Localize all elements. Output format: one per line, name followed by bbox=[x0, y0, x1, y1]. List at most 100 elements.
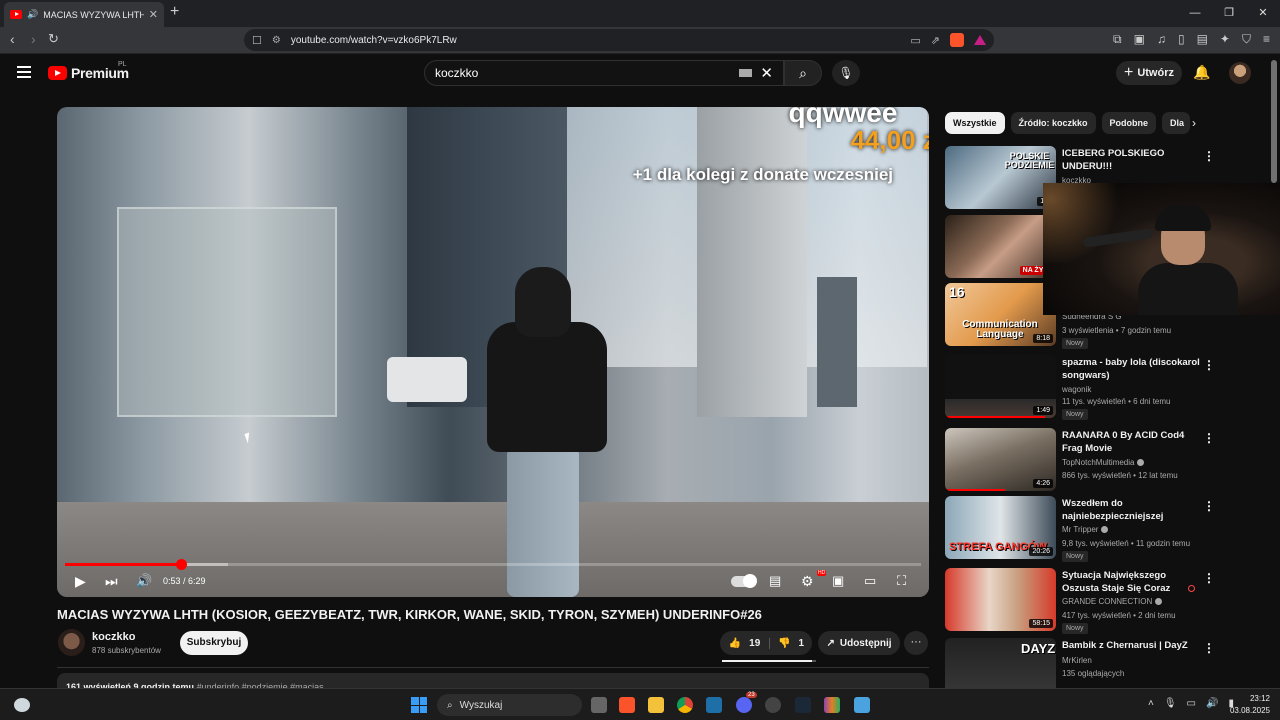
next-video-icon[interactable]: ⏭ bbox=[105, 573, 118, 590]
keyboard-icon[interactable] bbox=[739, 69, 753, 77]
video-title[interactable]: Bambik z Chernarusi | DayZ bbox=[1062, 639, 1202, 652]
more-actions-button[interactable]: ··· bbox=[904, 631, 928, 655]
video-thumbnail[interactable]: POLSKIE PODZIEMIE 14: bbox=[945, 146, 1056, 209]
video-thumbnail[interactable]: STREFA GANGÓW 20:26 bbox=[945, 496, 1056, 559]
app-icon[interactable] bbox=[706, 697, 722, 713]
more-vert-icon[interactable]: ⋮ bbox=[1203, 571, 1215, 585]
share-button[interactable]: ↗ Udostępnij bbox=[818, 631, 900, 655]
chrome-icon[interactable] bbox=[677, 697, 693, 713]
video-thumbnail[interactable]: 4:26 bbox=[945, 428, 1056, 491]
cast-icon[interactable]: ▭ bbox=[910, 34, 920, 47]
video-title[interactable]: spazma - baby lola (discokarol songwars) bbox=[1062, 356, 1202, 382]
network-icon[interactable]: ▭ bbox=[1187, 698, 1196, 709]
channel-name-row[interactable]: Mr Tripper bbox=[1062, 525, 1109, 534]
menu-icon[interactable]: ≡ bbox=[1263, 32, 1270, 47]
list-item[interactable]: 4:26 RAANARA 0 By ACID Cod4 Frag Movie T… bbox=[945, 428, 1265, 492]
forward-icon[interactable]: › bbox=[31, 31, 36, 47]
new-tab-button[interactable]: + bbox=[170, 3, 179, 21]
video-player[interactable]: qqwwee 44,00 zł +1 dla kolegi z donate w… bbox=[57, 107, 929, 597]
more-vert-icon[interactable]: ⋮ bbox=[1203, 431, 1215, 445]
volume-icon[interactable]: 🔊 bbox=[136, 573, 152, 589]
chip-all[interactable]: Wszystkie bbox=[945, 112, 1005, 134]
task-view-icon[interactable] bbox=[591, 697, 607, 713]
chip-source[interactable]: Źródło: koczkko bbox=[1010, 112, 1096, 134]
channel-name[interactable]: Mr Tripper bbox=[1062, 525, 1098, 534]
settings-gear-icon[interactable]: ⚙ bbox=[801, 573, 814, 590]
dislike-button[interactable]: 👎 1 bbox=[770, 638, 812, 649]
video-title[interactable]: Sytuacja Największego Oszusta Staje Się … bbox=[1062, 569, 1202, 595]
video-thumbnail[interactable]: DAYZ bbox=[945, 638, 1056, 688]
list-item[interactable]: 1:49 spazma - baby lola (discokarol song… bbox=[945, 355, 1265, 420]
voice-search-icon[interactable]: 🎙 bbox=[832, 60, 860, 86]
create-button[interactable]: + Utwórz bbox=[1116, 61, 1182, 85]
app-icon[interactable] bbox=[765, 697, 781, 713]
chip-for-you[interactable]: Dla bbox=[1162, 112, 1191, 134]
video-thumbnail[interactable]: 16 Communication Language 8:18 bbox=[945, 283, 1056, 346]
windows-start-icon[interactable] bbox=[411, 697, 427, 713]
share-page-icon[interactable]: ⇗ bbox=[931, 34, 940, 47]
account-avatar[interactable] bbox=[1229, 62, 1251, 84]
channel-name[interactable]: wagonik bbox=[1062, 385, 1091, 394]
address-bar[interactable]: ☐ ⚙ youtube.com/watch?v=vzko6Pk7LRw ▭ ⇗ bbox=[244, 29, 994, 51]
search-button[interactable]: ⌕ bbox=[784, 60, 822, 86]
video-title[interactable]: Wszedłem do najniebezpieczniejszej dziel… bbox=[1062, 497, 1202, 523]
channel-name-row[interactable]: GRANDE CONNECTION bbox=[1062, 597, 1163, 606]
subtitles-icon[interactable]: ▤ bbox=[769, 573, 781, 589]
channel-name[interactable]: koczkko bbox=[92, 631, 135, 643]
close-window-button[interactable]: ✕ bbox=[1246, 0, 1280, 27]
search-box[interactable]: koczkko ✕ bbox=[424, 60, 784, 86]
hamburger-menu-icon[interactable] bbox=[17, 66, 31, 78]
extensions-icon[interactable]: ⧉ bbox=[1113, 32, 1122, 47]
channel-name-row[interactable]: TopNotchMultimedia bbox=[1062, 458, 1145, 467]
browser-tab-active[interactable]: 🔊 MACIAS WYZYWA LHTH (KOS ✕ bbox=[4, 2, 164, 27]
chevron-right-icon[interactable]: › bbox=[1192, 116, 1196, 130]
microphone-icon[interactable]: 🎙 bbox=[1164, 698, 1177, 709]
video-title[interactable]: RAANARA 0 By ACID Cod4 Frag Movie bbox=[1062, 429, 1202, 455]
vpn-icon[interactable]: ⛉ bbox=[1242, 32, 1251, 47]
notepad-icon[interactable] bbox=[854, 697, 870, 713]
clock[interactable]: 23:12 03.08.2025 bbox=[1230, 693, 1270, 717]
list-item[interactable]: 58:15 Sytuacja Największego Oszusta Staj… bbox=[945, 568, 1265, 634]
more-vert-icon[interactable]: ⋮ bbox=[1203, 358, 1215, 372]
sidebar-icon[interactable]: ▯ bbox=[1178, 32, 1185, 47]
like-button[interactable]: 👍 19 bbox=[720, 637, 770, 649]
more-vert-icon[interactable]: ⋮ bbox=[1203, 499, 1215, 513]
brave-browser-icon[interactable] bbox=[619, 697, 635, 713]
more-vert-icon[interactable]: ⋮ bbox=[1203, 641, 1215, 655]
list-item[interactable]: STREFA GANGÓW 20:26 Wszedłem do najniebe… bbox=[945, 496, 1265, 562]
reload-icon[interactable]: ↻ bbox=[48, 31, 59, 47]
youtube-premium-logo[interactable]: Premium PL bbox=[48, 61, 129, 81]
fullscreen-icon[interactable]: ⛶ bbox=[897, 573, 906, 589]
minimize-button[interactable]: — bbox=[1178, 0, 1212, 27]
brave-shields-icon[interactable] bbox=[950, 33, 964, 47]
taskbar-search[interactable]: ⌕ Wyszukaj bbox=[437, 694, 582, 716]
video-title[interactable]: ICEBERG POLSKIEGO UNDERU!!! bbox=[1062, 147, 1202, 173]
file-explorer-icon[interactable] bbox=[648, 697, 664, 713]
brave-rewards-icon[interactable] bbox=[974, 35, 986, 45]
search-input[interactable]: koczkko bbox=[435, 66, 739, 80]
miniplayer-icon[interactable]: ▣ bbox=[832, 573, 844, 589]
channel-name[interactable]: TopNotchMultimedia bbox=[1062, 458, 1134, 467]
screenshot-icon[interactable]: ▣ bbox=[1134, 32, 1145, 47]
bookmark-icon[interactable]: ☐ bbox=[252, 34, 262, 47]
url-text[interactable]: youtube.com/watch?v=vzko6Pk7LRw bbox=[291, 35, 901, 46]
play-icon[interactable]: ▶ bbox=[75, 573, 86, 590]
back-icon[interactable]: ‹ bbox=[10, 31, 15, 47]
weather-icon[interactable] bbox=[14, 698, 30, 712]
leo-ai-icon[interactable]: ✦ bbox=[1220, 32, 1230, 47]
video-thumbnail[interactable]: 58:15 bbox=[945, 568, 1056, 631]
list-item[interactable]: DAYZ Bambik z Chernarusi | DayZ MrKirlen… bbox=[945, 638, 1265, 688]
channel-name[interactable]: GRANDE CONNECTION bbox=[1062, 597, 1152, 606]
speaker-icon[interactable]: 🔊 bbox=[1206, 698, 1218, 709]
page-scrollbar[interactable] bbox=[1271, 60, 1277, 183]
steam-icon[interactable] bbox=[795, 697, 811, 713]
clear-search-icon[interactable]: ✕ bbox=[760, 64, 773, 82]
chevron-up-icon[interactable]: ˄ bbox=[1148, 698, 1154, 709]
discord-icon[interactable] bbox=[736, 697, 752, 713]
maximize-button[interactable]: ❐ bbox=[1212, 0, 1246, 27]
audio-playing-icon[interactable]: 🔊 bbox=[27, 9, 38, 20]
video-thumbnail[interactable]: 1:49 bbox=[945, 355, 1056, 418]
notifications-bell-icon[interactable]: 🔔 bbox=[1193, 64, 1210, 81]
more-vert-icon[interactable]: ⋮ bbox=[1203, 149, 1215, 163]
autoplay-toggle[interactable] bbox=[731, 574, 757, 588]
